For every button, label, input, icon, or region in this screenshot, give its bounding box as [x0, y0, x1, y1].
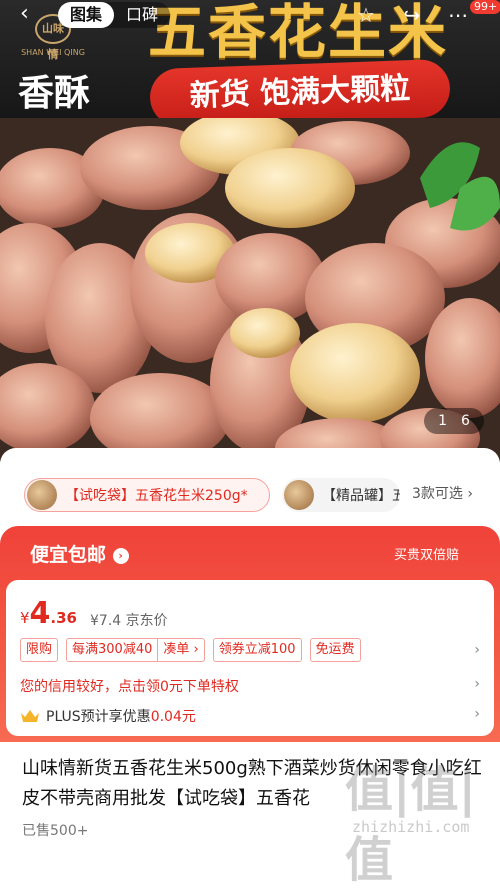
- image-counter: 1 6: [424, 408, 484, 434]
- price-guarantee: 买贵双倍赔: [394, 548, 460, 563]
- variant-thumbnail: [284, 480, 314, 510]
- variant-label: 【精品罐】五: [322, 488, 400, 504]
- chevron-right-icon[interactable]: ›: [474, 676, 480, 692]
- message-badge: 99+: [470, 0, 500, 14]
- price-currency: ¥: [20, 609, 30, 627]
- promo-tag: 免运费: [309, 638, 361, 662]
- original-price: ¥7.4 京东价: [90, 613, 168, 629]
- crown-icon: [21, 710, 39, 722]
- chevron-right-icon: ›: [112, 548, 129, 564]
- brand-text: SHAN WEI QING: [21, 48, 85, 57]
- more-icon[interactable]: ⋯: [444, 2, 472, 28]
- price-integer: 4: [29, 596, 51, 631]
- gallery-tabs: 图集 口碑: [58, 2, 171, 28]
- share-icon[interactable]: ↪: [398, 2, 426, 28]
- promo-tag: 限购: [20, 638, 59, 662]
- promo-tag-combo[interactable]: 每满300减40 凑单 ›: [66, 638, 205, 662]
- price-decimal: .36: [50, 609, 77, 627]
- variant-option-selected[interactable]: 【试吃袋】五香花生米250g*: [24, 478, 270, 512]
- deal-title[interactable]: 便宜包邮 ›: [30, 540, 129, 567]
- star-favorite-icon[interactable]: ☆: [352, 2, 380, 28]
- deal-title-label: 便宜包邮: [30, 544, 107, 566]
- chevron-right-icon[interactable]: ›: [474, 706, 480, 722]
- back-icon[interactable]: ‹: [20, 3, 42, 26]
- chevron-right-icon[interactable]: ›: [474, 642, 480, 658]
- more-variants-label: 3款可选: [412, 486, 463, 502]
- promo-tag: 领券立减100: [212, 638, 302, 662]
- image-counter-total: 6: [461, 413, 470, 429]
- price-panel: ¥4.36 ¥7.4 京东价 限购 每满300减40 凑单 › 领券立减100 …: [6, 580, 494, 736]
- current-price: ¥4.36: [20, 596, 77, 631]
- product-image-gallery[interactable]: 山味情 SHAN WEI QING 五香花生米 香酥入味 新货 饱满大颗粒: [0, 0, 500, 462]
- plus-discount[interactable]: PLUS预计享优惠 0.04元: [20, 706, 196, 726]
- sold-count: 已售500+: [22, 823, 89, 839]
- image-counter-current: 1: [438, 413, 447, 429]
- credit-offer-link[interactable]: 您的信用较好，点击领0元下单特权: [20, 676, 239, 696]
- plus-value: 0.04元: [150, 709, 196, 725]
- promo-tags[interactable]: 限购 每满300减40 凑单 › 领券立减100 免运费: [20, 638, 361, 662]
- more-variants-link[interactable]: 3款可选 ›: [412, 483, 473, 503]
- price-card: 便宜包邮 › 买贵双倍赔 ¥4.36 ¥7.4 京东价 限购 每满300减40 …: [0, 526, 500, 742]
- variant-label: 【试吃袋】五香花生米250g*: [65, 488, 248, 504]
- banner-ribbon: 新货 饱满大颗粒: [149, 58, 451, 128]
- add-on-link[interactable]: 凑单 ›: [157, 639, 203, 661]
- tab-gallery[interactable]: 图集: [58, 2, 115, 28]
- promo-tag: 每满300减40: [72, 642, 153, 657]
- variant-thumbnail: [27, 480, 57, 510]
- variant-selector: 【试吃袋】五香花生米250g* 【精品罐】五 3款可选 ›: [0, 448, 500, 538]
- watermark-url: zhizhizhi.com: [352, 818, 470, 836]
- peanuts-photo: [0, 118, 500, 462]
- tab-reviews[interactable]: 口碑: [114, 2, 170, 28]
- variant-option[interactable]: 【精品罐】五: [282, 478, 400, 512]
- plus-label: PLUS预计享优惠: [46, 709, 151, 725]
